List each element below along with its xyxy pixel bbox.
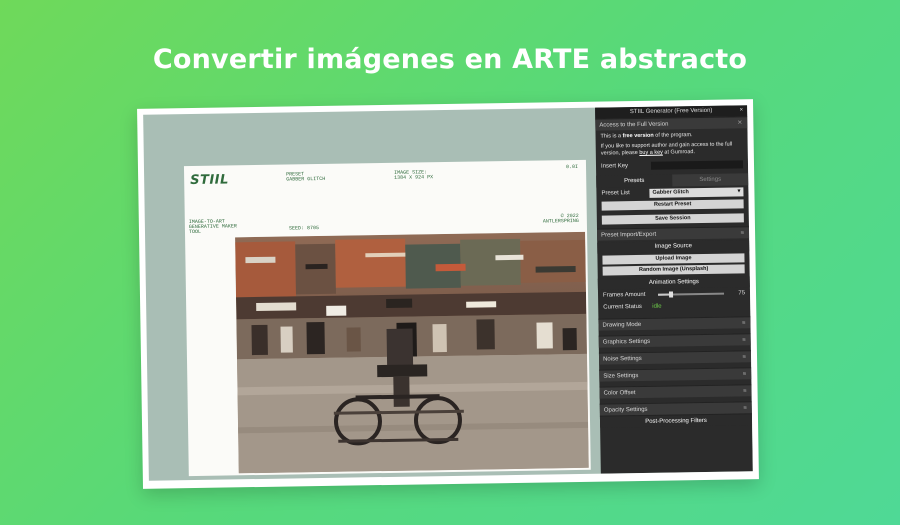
preset-list-row: Preset List Gabber Glitch ▾ — [596, 185, 748, 199]
frames-amount-label: Frames Amount — [602, 291, 646, 299]
size-meta: IMAGE SIZE: 1384 X 924 PX — [394, 169, 434, 181]
preset-list-label: Preset List — [601, 190, 630, 197]
full-version-folder[interactable]: Access to the Full Version ✕ — [595, 116, 748, 131]
folder-label: Graphics Settings — [602, 338, 651, 346]
panel-title: STIIL Generator (Free Version) — [629, 107, 713, 116]
menu-icon: ≡ — [741, 320, 746, 327]
current-status-row: Current Status idle — [598, 299, 750, 313]
seed-value: SEED: 8705 — [288, 225, 320, 232]
headline: Convertir imágenes en ARTE abstracto — [152, 44, 748, 75]
save-session-button[interactable]: Save Session — [601, 213, 744, 225]
settings-folders: Drawing Mode ≡ Graphics Settings ≡ Noise Set… — [598, 316, 752, 416]
size-value: 1384 X 924 PX — [394, 174, 434, 181]
control-panel: STIIL Generator (Free Version) × Access … — [595, 105, 753, 474]
folder-graphics-settings[interactable]: Graphics Settings ≡ — [598, 333, 751, 348]
chevron-icon: ≡ — [740, 230, 745, 237]
chevron-down-icon: ▾ — [737, 188, 741, 195]
full-version-header: Access to the Full Version — [599, 121, 669, 129]
canvas-sheet: STIIL PRESET GABBER GLITCH IMAGE SIZE: 1… — [183, 159, 591, 477]
author: ANTLERSPRING — [542, 217, 579, 225]
preset-import-export-label: Preset Import/Export — [601, 231, 657, 239]
frames-amount-slider[interactable] — [658, 291, 725, 298]
restart-preset-button[interactable]: Restart Preset — [601, 199, 744, 211]
preset-meta: PRESET GABBER GLITCH — [286, 171, 326, 183]
insert-key-row: Insert Key — [596, 158, 748, 172]
folder-label: Noise Settings — [603, 355, 642, 363]
app-window: STIIL PRESET GABBER GLITCH IMAGE SIZE: 1… — [143, 105, 753, 481]
glitch-artwork-svg — [235, 231, 589, 474]
glitch-artwork — [235, 231, 589, 474]
menu-icon: ≡ — [742, 354, 747, 361]
insert-key-label: Insert Key — [600, 163, 629, 170]
credits: © 2022 ANTLERSPRING — [542, 213, 579, 225]
preset-value: GABBER GLITCH — [286, 175, 326, 183]
folder-label: Size Settings — [603, 373, 639, 380]
preset-list-select[interactable]: Gabber Glitch ▾ — [649, 187, 744, 198]
folder-size-settings[interactable]: Size Settings ≡ — [599, 367, 752, 382]
menu-icon: ≡ — [742, 337, 746, 344]
folder-label: Color Offset — [603, 390, 636, 397]
stiil-logo: STIIL — [190, 172, 230, 189]
menu-icon: ≡ — [742, 371, 747, 378]
folder-label: Drawing Mode — [602, 321, 642, 329]
folder-label: Opacity Settings — [603, 406, 648, 414]
page-number: 0.0I — [565, 163, 579, 171]
current-status-label: Current Status — [603, 303, 642, 311]
free-line-post: of the program. — [653, 132, 693, 139]
preset-selected: Gabber Glitch — [652, 189, 689, 196]
close-icon[interactable]: × — [740, 105, 744, 116]
folder-opacity-settings[interactable]: Opacity Settings ≡ — [599, 401, 752, 416]
folder-noise-settings[interactable]: Noise Settings ≡ — [598, 350, 752, 365]
insert-key-input[interactable] — [650, 160, 744, 170]
slider-thumb[interactable] — [669, 291, 674, 298]
random-image-button[interactable]: Random Image (Unsplash) — [602, 264, 745, 276]
tagline-line-3: TOOL — [188, 228, 202, 236]
free-line-pre: This is a — [600, 133, 623, 140]
screenshot-frame: STIIL PRESET GABBER GLITCH IMAGE SIZE: 1… — [137, 99, 759, 489]
menu-icon: ≡ — [743, 405, 747, 412]
buy-key-link[interactable]: buy a key — [639, 150, 663, 156]
folder-color-offset[interactable]: Color Offset ≡ — [599, 384, 752, 399]
frames-amount-value: 75 — [738, 290, 746, 297]
upload-image-button[interactable]: Upload Image — [602, 253, 745, 265]
support-post: at Gumroad. — [662, 149, 696, 156]
tagline: IMAGE-TO-ART GENERATIVE MAKER TOOL — [188, 218, 237, 236]
menu-icon: ≡ — [743, 388, 747, 395]
folder-drawing-mode[interactable]: Drawing Mode ≡ — [598, 316, 751, 331]
current-status-value: idle — [652, 303, 662, 310]
image-source-header: Image Source — [597, 240, 750, 254]
close-folder-icon: ✕ — [737, 120, 743, 127]
preset-import-export-folder[interactable]: Preset Import/Export ≡ — [596, 226, 750, 241]
free-line-bold: free version — [622, 132, 654, 140]
